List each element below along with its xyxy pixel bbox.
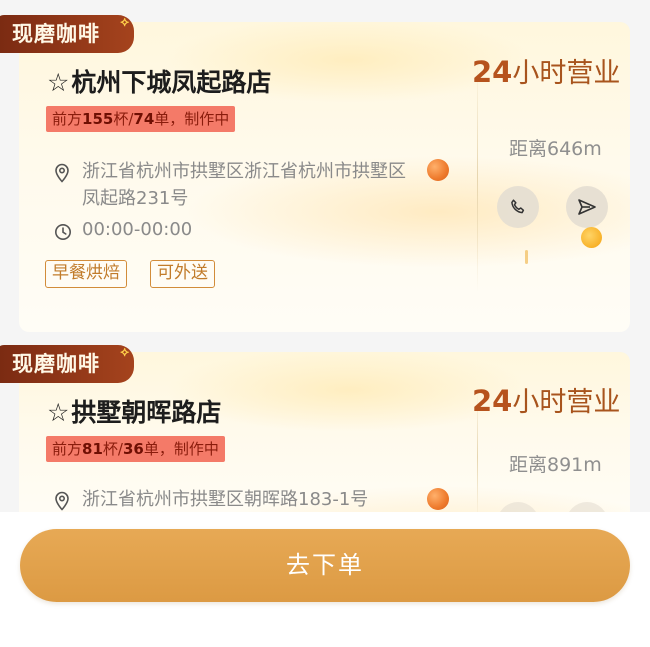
phone-icon: [511, 199, 525, 214]
fresh-coffee-badge: 现磨咖啡 ⟡: [0, 345, 134, 383]
queue-cups: 81: [82, 440, 103, 458]
clock-icon: [55, 224, 71, 240]
store-name-text: 拱墅朝晖路店: [71, 398, 222, 427]
place-order-button[interactable]: 去下单: [20, 529, 630, 602]
queue-prefix: 前方: [52, 110, 83, 128]
brand-logo-icon: [427, 488, 449, 510]
queue-orders: 36: [122, 440, 144, 458]
coin-icon: [581, 227, 602, 248]
store-name-text: 杭州下城凤起路店: [71, 68, 272, 97]
sparkle-icon: ⟡: [120, 15, 130, 30]
favorite-star-icon[interactable]: ☆: [47, 68, 69, 97]
call-store-button[interactable]: [497, 186, 539, 228]
queue-orders: 74: [133, 110, 155, 128]
location-pin-icon: [55, 491, 69, 511]
open-24h-label: 24小时营业: [472, 380, 620, 419]
store-name[interactable]: ☆杭州下城凤起路店: [47, 63, 271, 99]
queue-suffix: 单，制作中: [154, 110, 230, 128]
navigate-arrow-icon: [578, 199, 596, 215]
open-hours-text: 小时营业: [512, 387, 621, 418]
store-list-page: 现磨咖啡 ⟡ ☆杭州下城凤起路店 前方155杯/74单，制作中 浙江省杭州市拱墅…: [0, 0, 650, 647]
queue-status: 前方81杯/36单，制作中: [46, 436, 225, 462]
navigate-button[interactable]: [566, 186, 608, 228]
tag-delivery: 可外送: [150, 260, 215, 288]
store-address: 浙江省杭州市拱墅区浙江省杭州市拱墅区凤起路231号: [82, 161, 406, 209]
queue-cups-unit: 杯/: [113, 110, 134, 128]
favorite-star-icon[interactable]: ☆: [47, 398, 69, 427]
fresh-coffee-badge: 现磨咖啡 ⟡: [0, 15, 134, 53]
business-hours: 00:00-00:00: [82, 219, 193, 240]
queue-prefix: 前方: [52, 440, 83, 458]
open-hours-number: 24: [472, 55, 513, 89]
store-address: 浙江省杭州市拱墅区朝晖路183-1号: [82, 489, 369, 510]
brand-logo-icon: [427, 159, 449, 181]
open-24h-label: 24小时营业: [472, 51, 620, 90]
badge-label: 现磨咖啡: [12, 22, 100, 46]
badge-label: 现磨咖啡: [12, 352, 100, 376]
sparkle-decoration: [525, 250, 528, 264]
store-name[interactable]: ☆拱墅朝晖路店: [47, 393, 221, 429]
queue-cups-unit: 杯/: [102, 440, 123, 458]
open-hours-number: 24: [472, 384, 513, 418]
tag-breakfast: 早餐烘焙: [45, 260, 127, 288]
store-distance: 距离646m: [509, 138, 602, 160]
queue-status: 前方155杯/74单，制作中: [46, 106, 236, 132]
queue-cups: 155: [82, 110, 114, 128]
divider: [477, 62, 478, 292]
queue-suffix: 单，制作中: [143, 440, 219, 458]
location-pin-icon: [55, 163, 69, 183]
sparkle-icon: ⟡: [120, 345, 130, 360]
store-distance: 距离891m: [509, 454, 602, 476]
open-hours-text: 小时营业: [512, 58, 621, 89]
